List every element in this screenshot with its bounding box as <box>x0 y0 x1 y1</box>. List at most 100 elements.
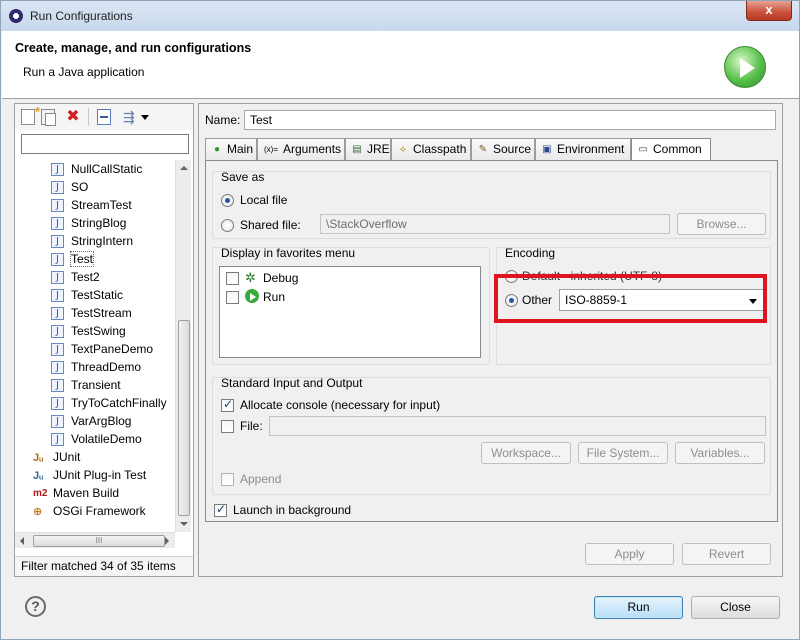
shared-file-input[interactable]: \StackOverflow <box>320 214 670 234</box>
delete-icon[interactable]: ✖ <box>65 109 81 125</box>
revert-button[interactable]: Revert <box>682 543 771 565</box>
java-class-icon: J <box>51 217 64 231</box>
scroll-left-icon[interactable] <box>20 537 24 545</box>
scroll-thumb[interactable] <box>178 320 190 516</box>
allocate-console-checkbox[interactable] <box>221 397 234 412</box>
apply-button[interactable]: Apply <box>585 543 674 565</box>
tree-item-label: VolatileDemo <box>71 432 142 446</box>
tree-item[interactable]: J NullCallStatic <box>51 160 142 178</box>
favorites-list: ✲ Debug Run <box>219 266 481 358</box>
local-file-radio[interactable] <box>221 194 234 207</box>
encoding-highlight-box <box>494 274 767 323</box>
environment-tab-icon: ▣ <box>542 143 552 155</box>
tab-arguments[interactable]: (x)= Arguments <box>257 138 345 161</box>
close-button[interactable]: Close <box>691 596 780 619</box>
common-tab-page: Save as Local file Shared file: \StackOv… <box>205 160 778 522</box>
duplicate-icon[interactable] <box>41 109 56 126</box>
tree-item[interactable]: J ThreadDemo <box>51 358 141 376</box>
java-class-icon: J <box>51 379 64 393</box>
filter-icon[interactable]: ⇶ <box>123 109 137 125</box>
tree-item[interactable]: J Transient <box>51 376 121 394</box>
file-system-button[interactable]: File System... <box>578 442 668 464</box>
save-as-group: Save as Local file Shared file: \StackOv… <box>212 170 771 239</box>
tab-label: Common <box>653 142 702 156</box>
tree-item-label: TestStream <box>71 306 132 320</box>
scroll-thumb[interactable]: III <box>33 535 165 547</box>
tab-classpath[interactable]: ⟡ Classpath <box>391 138 471 161</box>
tab-common[interactable]: ▭ Common <box>631 138 711 162</box>
filter-status: Filter matched 34 of 35 items <box>15 556 193 576</box>
window-close-button[interactable]: x <box>746 1 792 21</box>
tree-vertical-scrollbar[interactable] <box>175 160 191 532</box>
name-label: Name: <box>205 113 241 127</box>
append-checkbox[interactable] <box>221 473 234 486</box>
osgi-icon: ⊕ <box>33 505 43 518</box>
tab-main[interactable]: ● Main <box>205 138 257 161</box>
tree-item[interactable]: J VarArgBlog <box>51 412 131 430</box>
workspace-button[interactable]: Workspace... <box>481 442 571 464</box>
collapse-all-icon[interactable] <box>97 109 111 125</box>
run-button[interactable]: Run <box>594 596 683 619</box>
java-class-icon: J <box>51 235 64 249</box>
tree-item[interactable]: J TestStatic <box>51 286 123 304</box>
tree-item[interactable]: J TryToCatchFinally <box>51 394 167 412</box>
tree-item[interactable]: J StreamTest <box>51 196 132 214</box>
tree-item-label: NullCallStatic <box>71 162 143 176</box>
tab-label: Source <box>493 142 532 156</box>
tree-item[interactable]: J TextPaneDemo <box>51 340 153 358</box>
tree-item[interactable]: J Test2 <box>51 268 100 286</box>
tab-environment[interactable]: ▣ Environment <box>535 138 631 161</box>
java-class-icon: J <box>51 181 64 195</box>
tree-category[interactable]: ⊕ OSGi Framework <box>33 502 146 520</box>
debug-checkbox[interactable] <box>226 272 239 285</box>
run-label: Run <box>263 290 286 304</box>
debug-bug-icon: ✲ <box>245 270 256 285</box>
main-tab-icon: ● <box>213 143 221 155</box>
tree-item[interactable]: J TestSwing <box>51 322 126 340</box>
junit-plugin-icon: Jᵤ <box>33 469 44 482</box>
tree-item-label: SO <box>71 180 89 194</box>
browse-button[interactable]: Browse... <box>677 213 766 235</box>
dialog-banner: Create, manage, and run configurations R… <box>2 31 799 99</box>
run-configurations-dialog: Run Configurations x Create, manage, and… <box>0 0 800 640</box>
tab-jre[interactable]: ▤ JRE <box>345 138 391 161</box>
scroll-up-icon[interactable] <box>180 166 188 170</box>
local-file-label: Local file <box>240 193 288 207</box>
append-label: Append <box>240 472 282 486</box>
file-checkbox[interactable] <box>221 420 234 433</box>
tree-toolbar: ✖ ⇶ <box>15 104 193 130</box>
tree-item-label: VarArgBlog <box>71 414 132 428</box>
tree-item-label: TextPaneDemo <box>71 342 154 356</box>
shared-file-radio[interactable] <box>221 219 234 232</box>
filter-input[interactable] <box>21 134 189 154</box>
tree-category[interactable]: Jᵤ JUnit <box>33 448 80 466</box>
tab-source[interactable]: ✎ Source <box>471 138 535 161</box>
name-input[interactable]: Test <box>244 110 776 130</box>
scroll-right-icon[interactable] <box>165 537 169 545</box>
classpath-tab-icon: ⟡ <box>399 143 407 155</box>
filter-dropdown-icon[interactable] <box>141 115 149 120</box>
tree-category[interactable]: Jᵤ JUnit Plug-in Test <box>33 466 146 484</box>
tree-item[interactable]: J StringIntern <box>51 232 133 250</box>
run-triangle-icon <box>250 293 256 301</box>
jre-tab-icon: ▤ <box>352 143 362 155</box>
tree-horizontal-scrollbar[interactable]: III <box>15 532 175 548</box>
new-configuration-icon[interactable] <box>21 104 40 125</box>
tree-item[interactable]: J TestStream <box>51 304 132 322</box>
tree-item[interactable]: J StringBlog <box>51 214 126 232</box>
file-input[interactable] <box>269 416 766 436</box>
tree-category[interactable]: m2 Maven Build <box>33 484 119 502</box>
run-checkbox[interactable] <box>226 291 239 304</box>
tree-item-label: ThreadDemo <box>71 360 142 374</box>
scroll-down-icon[interactable] <box>180 522 188 526</box>
launch-background-checkbox[interactable] <box>214 502 227 517</box>
tab-label: Arguments <box>283 142 342 156</box>
tree-item[interactable]: J VolatileDemo <box>51 430 142 448</box>
favorites-group: Display in favorites menu ✲ Debug Run <box>212 246 490 365</box>
configuration-tree: J NullCallStatic J SO J StreamTest J StringB… <box>15 160 175 532</box>
help-icon[interactable]: ? <box>25 596 46 617</box>
tree-item[interactable]: J SO <box>51 178 88 196</box>
tree-item-selected[interactable]: J Test <box>51 250 95 268</box>
save-as-title: Save as <box>221 170 265 184</box>
variables-button[interactable]: Variables... <box>675 442 765 464</box>
